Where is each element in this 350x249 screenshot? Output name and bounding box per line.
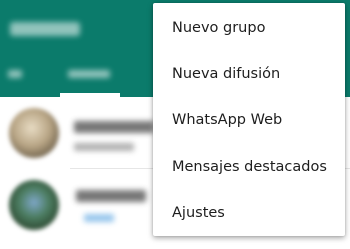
overflow-menu: Nuevo grupo Nueva difusión WhatsApp Web … — [153, 3, 345, 236]
avatar — [9, 108, 59, 158]
chat-preview-blurred — [74, 143, 134, 151]
avatar — [9, 180, 59, 230]
tab-chats-blurred[interactable] — [68, 70, 110, 78]
menu-item-new-group[interactable]: Nuevo grupo — [153, 5, 345, 51]
tab-camera-blurred[interactable] — [8, 70, 22, 78]
chat-preview-blurred — [84, 214, 114, 222]
app-title-blurred — [10, 22, 80, 36]
menu-item-whatsapp-web[interactable]: WhatsApp Web — [153, 97, 345, 143]
chat-name-blurred — [74, 121, 154, 133]
chat-name-blurred — [76, 190, 146, 202]
menu-item-new-broadcast[interactable]: Nueva difusión — [153, 51, 345, 97]
menu-item-starred-messages[interactable]: Mensajes destacados — [153, 144, 345, 190]
menu-item-settings[interactable]: Ajustes — [153, 190, 345, 236]
